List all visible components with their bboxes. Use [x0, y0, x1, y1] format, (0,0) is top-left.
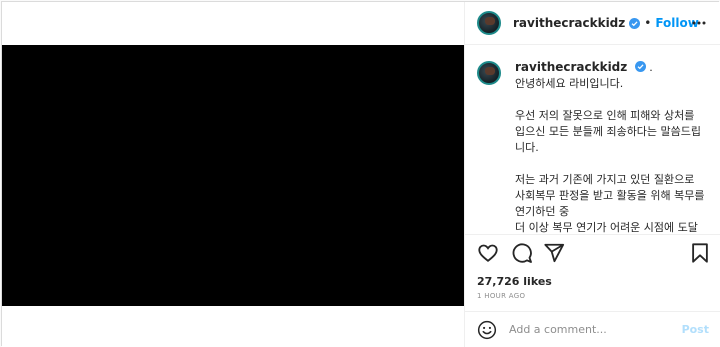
bookmark-icon[interactable] [689, 242, 711, 264]
header-separator: • [644, 16, 652, 30]
comment-icon[interactable] [511, 242, 533, 264]
caption-line-blank [515, 92, 705, 108]
post-header: ravithecrackkidz • Follow [465, 2, 720, 45]
caption-line: 안녕하세요 라비입니다. [515, 77, 624, 90]
caption-line: 우선 저의 잘못으로 인해 피해와 상처를 입으신 모든 분들께 죄송하다는 말… [515, 109, 702, 154]
comment-bar: Post [465, 311, 720, 347]
caption-text: ravithecrackkidz . 안녕하세요 라비입니다. 우선 저의 잘못… [515, 59, 709, 234]
post-comment-button[interactable]: Post [682, 323, 709, 336]
post-video[interactable] [2, 45, 464, 306]
header-username[interactable]: ravithecrackkidz [513, 16, 625, 30]
instagram-post-window: ravithecrackkidz • Follow ravithecrackki… [1, 1, 720, 347]
avatar[interactable] [477, 11, 501, 35]
caption-suffix: . [649, 61, 653, 74]
caption-username[interactable]: ravithecrackkidz [515, 60, 627, 74]
caption-line: 저는 과거 기존에 가지고 있던 질환으로 사회복무 판정을 받고 활동을 위해… [515, 173, 709, 218]
more-options-icon[interactable] [691, 17, 707, 29]
caption-section: ravithecrackkidz . 안녕하세요 라비입니다. 우선 저의 잘못… [465, 45, 720, 235]
emoji-icon[interactable] [477, 320, 497, 340]
action-bar [477, 242, 709, 264]
post-side-panel: ravithecrackkidz • Follow ravithecrackki… [464, 2, 720, 347]
caption-line: 더 이상 복무 연기가 어려운 시점에 도달하게 되었었습니다. [515, 221, 698, 234]
verified-badge-icon [634, 61, 646, 72]
post-timestamp[interactable]: 1 HOUR AGO [477, 292, 525, 300]
caption-line-blank [515, 156, 705, 172]
heart-icon[interactable] [477, 242, 499, 264]
comment-input[interactable] [509, 323, 679, 336]
likes-count[interactable]: 27,726 likes [477, 275, 552, 288]
media-top-whitespace [2, 2, 464, 45]
caption-avatar[interactable] [477, 61, 501, 85]
verified-badge-icon [629, 17, 641, 29]
share-icon[interactable] [543, 242, 565, 264]
media-bottom-whitespace [2, 306, 464, 347]
